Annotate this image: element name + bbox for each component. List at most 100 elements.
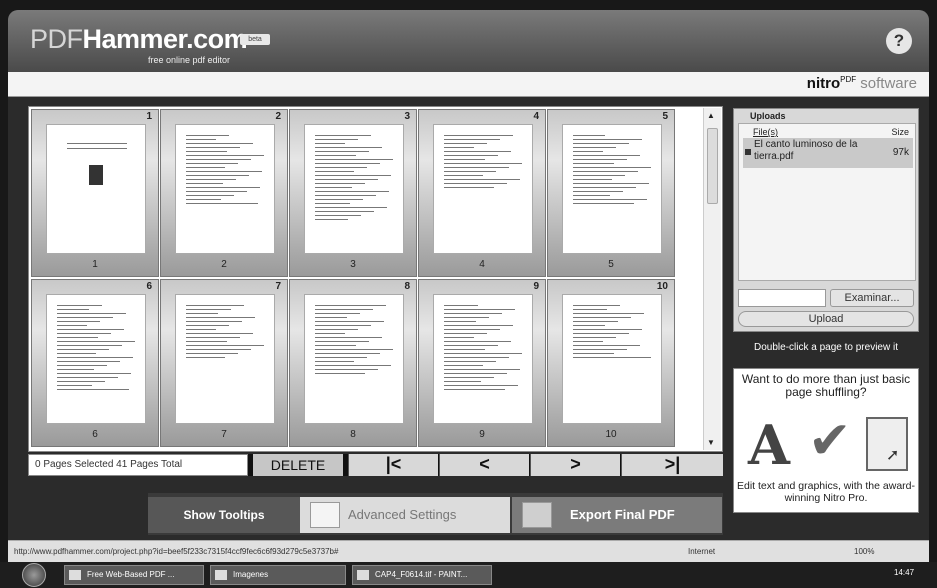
page-thumbnail[interactable]: 99 bbox=[418, 279, 546, 447]
page-viewer: 1 1 2 2 3 3 4 4 5 5 6 6 7 7 8 8 9 9 10 10 ▲ ▼ bbox=[28, 106, 723, 452]
page-number: 3 bbox=[404, 111, 410, 122]
task-label: CAP4_F0614.tif - PAINT... bbox=[375, 570, 468, 579]
page-thumbnail[interactable]: 77 bbox=[160, 279, 288, 447]
browse-button[interactable]: Examinar... bbox=[830, 289, 914, 307]
status-url: http://www.pdfhammer.com/project.php?id=… bbox=[14, 547, 339, 556]
page-label: 1 bbox=[92, 259, 98, 270]
task-browser[interactable]: Free Web-Based PDF ... bbox=[64, 565, 204, 585]
export-final-pdf-button[interactable]: Export Final PDF bbox=[512, 497, 722, 533]
next-page-button[interactable]: > bbox=[530, 454, 620, 476]
page-label: 10 bbox=[605, 429, 617, 440]
task-label: Free Web-Based PDF ... bbox=[87, 570, 175, 579]
page-label: 3 bbox=[350, 259, 356, 270]
page-number: 4 bbox=[533, 111, 539, 122]
page-thumbnail[interactable]: 33 bbox=[289, 109, 417, 277]
zoom-level[interactable]: 100% bbox=[854, 547, 874, 556]
task-label: Imagenes bbox=[233, 570, 269, 579]
browser-status-bar: http://www.pdfhammer.com/project.php?id=… bbox=[8, 540, 929, 562]
logo-main-text: Hammer.com bbox=[82, 24, 248, 54]
page-preview bbox=[304, 294, 404, 424]
page-thumbnail[interactable]: 88 bbox=[289, 279, 417, 447]
page-preview bbox=[46, 124, 146, 254]
column-files[interactable]: File(s) bbox=[753, 127, 778, 137]
page-grid-scrollbar[interactable]: ▲ ▼ bbox=[703, 108, 721, 450]
page-thumbnail[interactable]: 55 bbox=[547, 109, 675, 277]
page-preview bbox=[433, 294, 533, 424]
uploads-title: Uploads bbox=[750, 111, 786, 121]
scroll-thumb[interactable] bbox=[707, 128, 718, 204]
page-preview bbox=[562, 124, 662, 254]
first-page-button[interactable]: |< bbox=[348, 454, 438, 476]
file-path-input[interactable] bbox=[738, 289, 826, 307]
page-thumbnail[interactable]: 22 bbox=[160, 109, 288, 277]
preview-hint: Double-click a page to preview it bbox=[754, 342, 898, 353]
page-thumbnail[interactable]: 44 bbox=[418, 109, 546, 277]
advanced-settings-label: Advanced Settings bbox=[348, 507, 457, 522]
column-size[interactable]: Size bbox=[891, 127, 909, 137]
page-preview bbox=[304, 124, 404, 254]
nitro-pro-ad[interactable]: Want to do more than just basic page shu… bbox=[733, 368, 919, 513]
page-label: 5 bbox=[608, 259, 614, 270]
page-thumbnail[interactable]: 11 bbox=[31, 109, 159, 277]
site-logo[interactable]: PDFHammer.com bbox=[30, 24, 248, 55]
page-label: 2 bbox=[221, 259, 227, 270]
folder-icon bbox=[215, 570, 227, 580]
page-number: 8 bbox=[404, 281, 410, 292]
page-label: 9 bbox=[479, 429, 485, 440]
tagline: free online pdf editor bbox=[148, 55, 231, 65]
export-label: Export Final PDF bbox=[570, 507, 675, 522]
start-button[interactable] bbox=[22, 563, 46, 587]
uploads-columns: File(s) Size bbox=[753, 127, 909, 137]
delete-button[interactable]: DELETE bbox=[253, 454, 343, 476]
task-paint[interactable]: CAP4_F0614.tif - PAINT... bbox=[352, 565, 492, 585]
file-bullet-icon bbox=[745, 149, 751, 155]
scroll-up-icon[interactable]: ▲ bbox=[707, 111, 715, 120]
software-text: software bbox=[860, 75, 917, 92]
show-tooltips-button[interactable]: Show Tooltips bbox=[148, 497, 300, 533]
file-name: El canto luminoso de la tierra.pdf bbox=[754, 139, 858, 162]
page-label: 8 bbox=[350, 429, 356, 440]
uploaded-file-row[interactable]: El canto luminoso de la tierra.pdf 97k bbox=[743, 138, 913, 168]
promo-headline: Want to do more than just basic page shu… bbox=[741, 372, 911, 399]
browser-window: PDFHammer.com beta free online pdf edito… bbox=[8, 10, 929, 540]
prev-page-button[interactable]: < bbox=[439, 454, 529, 476]
page-preview bbox=[433, 124, 533, 254]
help-icon[interactable]: ? bbox=[886, 28, 912, 54]
page-number: 1 bbox=[146, 111, 152, 122]
page-preview bbox=[175, 124, 275, 254]
upload-button[interactable]: Upload bbox=[738, 311, 914, 327]
last-page-button[interactable]: >| bbox=[621, 454, 723, 476]
page-number: 7 bbox=[275, 281, 281, 292]
task-folder[interactable]: Imagenes bbox=[210, 565, 346, 585]
nitro-sup: PDF bbox=[840, 75, 857, 84]
page-thumbnail[interactable]: 10 10 bbox=[547, 279, 675, 447]
page-label: 4 bbox=[479, 259, 485, 270]
taskbar: Free Web-Based PDF ... Imagenes CAP4_F06… bbox=[0, 562, 937, 588]
page-label: 6 bbox=[92, 429, 98, 440]
checkmark-icon: ✔ bbox=[808, 412, 852, 470]
promo-body: Edit text and graphics, with the award-w… bbox=[736, 480, 915, 504]
scroll-down-icon[interactable]: ▼ bbox=[707, 438, 715, 447]
page-number: 9 bbox=[533, 281, 539, 292]
page-preview bbox=[46, 294, 146, 424]
clock[interactable]: 14:47 bbox=[894, 568, 914, 577]
selection-status: 0 Pages Selected 41 Pages Total bbox=[28, 454, 248, 476]
document-icon: ➚ bbox=[866, 417, 908, 471]
brand-bar: nitroPDF software bbox=[8, 72, 929, 97]
file-size: 97k bbox=[892, 147, 909, 158]
page-preview bbox=[562, 294, 662, 424]
nitro-logo[interactable]: nitroPDF software bbox=[807, 75, 917, 92]
site-header: PDFHammer.com beta free online pdf edito… bbox=[8, 10, 929, 72]
security-zone: Internet bbox=[688, 547, 716, 556]
pager-bar: 0 Pages Selected 41 Pages Total DELETE |… bbox=[28, 454, 723, 476]
paint-icon bbox=[357, 570, 369, 580]
screen: PDFHammer.com beta free online pdf edito… bbox=[0, 0, 937, 588]
page-thumbnail[interactable]: 66 bbox=[31, 279, 159, 447]
page-number: 10 bbox=[656, 281, 668, 292]
browser-icon bbox=[69, 570, 81, 580]
beta-badge: beta bbox=[240, 34, 270, 45]
logo-pdf-text: PDF bbox=[30, 24, 83, 54]
page-number: 5 bbox=[662, 111, 668, 122]
advanced-settings-button[interactable]: Advanced Settings bbox=[300, 497, 510, 533]
text-edit-icon: A bbox=[748, 413, 790, 477]
